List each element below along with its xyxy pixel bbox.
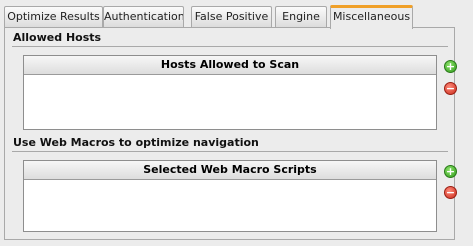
tab-false-positive[interactable]: False Positive	[191, 6, 272, 27]
allowed-hosts-divider	[12, 46, 448, 47]
add-web-macro-icon[interactable]: +	[444, 165, 457, 178]
add-host-icon[interactable]: +	[444, 60, 457, 73]
remove-web-macro-icon[interactable]: −	[444, 186, 457, 199]
tab-authentication[interactable]: Authentication	[103, 6, 184, 27]
tab-engine[interactable]: Engine	[275, 6, 327, 27]
remove-host-icon[interactable]: −	[444, 82, 457, 95]
web-macros-title: Use Web Macros to optimize navigation	[13, 136, 259, 149]
tab-optimize-results[interactable]: Optimize Results	[4, 6, 103, 27]
hosts-allowed-column-header[interactable]: Hosts Allowed to Scan	[24, 56, 436, 75]
tab-bar: Optimize Results Authentication False Po…	[0, 0, 473, 29]
web-macro-scripts-column-header[interactable]: Selected Web Macro Scripts	[24, 161, 436, 180]
web-macros-divider	[12, 151, 448, 152]
tab-miscellaneous[interactable]: Miscellaneous	[330, 5, 413, 29]
web-macro-scripts-list[interactable]: Selected Web Macro Scripts	[23, 160, 437, 232]
allowed-hosts-title: Allowed Hosts	[13, 31, 102, 44]
hosts-allowed-list[interactable]: Hosts Allowed to Scan	[23, 55, 437, 130]
